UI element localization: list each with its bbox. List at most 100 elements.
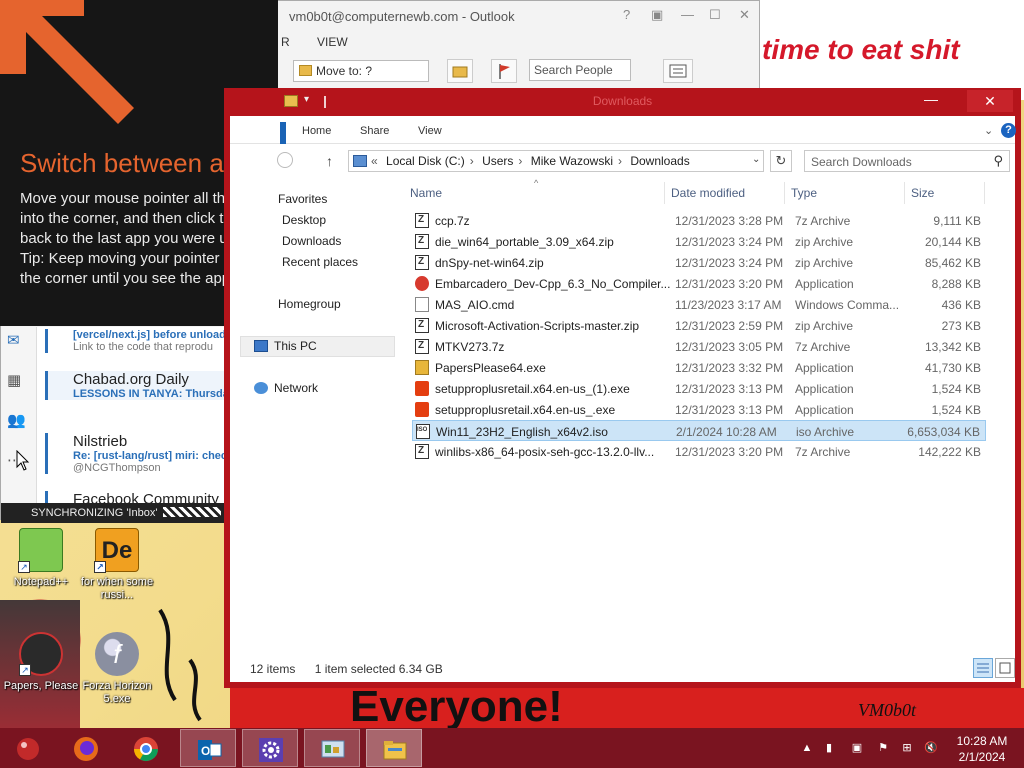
menu-folder-tab[interactable]: R <box>281 35 290 49</box>
column-size[interactable]: Size <box>911 186 934 200</box>
help-button[interactable]: ? <box>623 7 630 22</box>
file-name: Microsoft-Activation-Scripts-master.zip <box>435 319 640 333</box>
refresh-button[interactable]: ↻ <box>770 150 792 172</box>
column-type[interactable]: Type <box>791 186 817 200</box>
file-date: 12/31/2023 2:59 PM <box>675 319 784 333</box>
chevron-right-icon[interactable]: › <box>470 154 474 168</box>
file-row[interactable]: die_win64_portable_3.09_x64.zip 12/31/20… <box>412 231 986 252</box>
nav-this-pc[interactable]: This PC <box>254 339 317 353</box>
help-icon[interactable]: ? <box>1001 123 1016 138</box>
network-tray-icon[interactable]: ▣ <box>850 742 864 754</box>
mail-icon[interactable]: ✉ <box>7 331 20 349</box>
chevron-down-icon[interactable]: ⌄ <box>984 124 993 137</box>
devcpp-icon <box>415 276 429 291</box>
tab-share[interactable]: Share <box>360 125 389 137</box>
system-clock[interactable]: 10:28 AM 2/1/2024 <box>948 733 1016 765</box>
taskbar-control-panel[interactable] <box>304 729 360 767</box>
menu-view-tab[interactable]: VIEW <box>317 35 348 49</box>
file-row[interactable]: MAS_AIO.cmd 11/23/2023 3:17 AM Windows C… <box>412 294 986 315</box>
network-status-icon[interactable]: ⊞ <box>900 742 914 754</box>
file-row[interactable]: Embarcadero_Dev-Cpp_6.3_No_Compiler... 1… <box>412 273 986 294</box>
taskbar-chrome[interactable] <box>118 729 174 767</box>
file-type: Application <box>795 382 854 396</box>
outlook-title: vm0b0t@computernewb.com - Outlook <box>289 9 515 24</box>
file-name: die_win64_portable_3.09_x64.zip <box>435 235 614 249</box>
calendar-icon[interactable]: ▦ <box>7 371 21 389</box>
desktop-icon-papers-please[interactable]: ↗ Papers, Please <box>0 632 82 693</box>
file-row-selected[interactable]: Win11_23H2_English_x64v2.iso 2/1/2024 10… <box>412 420 986 441</box>
desktop-icon-russian[interactable]: De ↗ for when some russi... <box>76 528 158 602</box>
taskbar-outlook[interactable]: O <box>180 729 236 767</box>
column-divider[interactable] <box>984 182 985 204</box>
breadcrumb-item[interactable]: Mike Wazowski <box>531 154 613 168</box>
file-row[interactable]: Microsoft-Activation-Scripts-master.zip … <box>412 315 986 336</box>
desktop-icon-notepadpp[interactable]: ↗ Notepad++ <box>0 528 82 589</box>
breadcrumb-item[interactable]: Downloads <box>630 154 689 168</box>
mail-item[interactable]: [vercel/next.js] before unload Link to t… <box>45 329 225 353</box>
address-bar[interactable]: « Local Disk (C:) › Users › Mike Wazowski ›… <box>348 150 764 172</box>
close-button[interactable]: ✕ <box>967 90 1013 112</box>
column-divider[interactable] <box>664 182 665 204</box>
file-row[interactable]: setupproplusretail.x64.en-us_.exe 12/31/… <box>412 399 986 420</box>
chevron-right-icon[interactable]: › <box>518 154 522 168</box>
ribbon-display-button[interactable]: ▣ <box>651 7 663 23</box>
file-row[interactable]: setupproplusretail.x64.en-us_(1).exe 12/… <box>412 378 986 399</box>
nav-item-downloads[interactable]: Downloads <box>282 234 341 248</box>
mail-item[interactable]: Facebook Community <box>45 491 225 503</box>
mail-item[interactable]: Nilstrieb Re: [rust-lang/rust] miri: che… <box>45 433 225 474</box>
nav-favorites[interactable]: Favorites <box>278 192 327 206</box>
start-button[interactable] <box>0 729 56 767</box>
column-name[interactable]: Name <box>410 186 442 200</box>
breadcrumb-item[interactable]: Users <box>482 154 513 168</box>
details-view-button[interactable] <box>973 658 993 678</box>
mail-item[interactable]: Chabad.org Daily LESSONS IN TANYA: Thurs… <box>45 371 225 400</box>
maximize-button[interactable]: ☐ <box>709 7 721 23</box>
file-name: dnSpy-net-win64.zip <box>435 256 544 270</box>
taskbar-settings[interactable] <box>242 729 298 767</box>
flag-button[interactable] <box>491 59 517 83</box>
move-to-quickstep[interactable]: Move to: ? <box>293 60 429 82</box>
nav-network[interactable]: Network <box>254 381 318 395</box>
file-row[interactable]: PapersPlease64.exe 12/31/2023 3:32 PM Ap… <box>412 357 986 378</box>
show-hidden-icons[interactable]: ▲ <box>800 742 814 754</box>
file-row[interactable]: MTKV273.7z 12/31/2023 3:05 PM 7z Archive… <box>412 336 986 357</box>
search-people-input[interactable]: Search People <box>529 59 631 81</box>
address-book-button[interactable] <box>663 59 693 83</box>
people-icon[interactable]: 👥 <box>7 411 26 429</box>
file-row[interactable]: dnSpy-net-win64.zip 12/31/2023 3:24 PM z… <box>412 252 986 273</box>
back-button[interactable] <box>277 152 293 168</box>
address-dropdown-icon[interactable]: ⌄ <box>752 154 760 165</box>
file-size: 13,342 KB <box>924 340 981 354</box>
column-divider[interactable] <box>904 182 905 204</box>
taskbar-firefox[interactable] <box>58 729 114 767</box>
up-arrow-icon[interactable]: ↑ <box>326 153 333 169</box>
file-size: 1,524 KB <box>931 403 981 417</box>
tab-home[interactable]: Home <box>302 125 331 137</box>
gear-icon <box>259 738 283 762</box>
volume-muted-icon[interactable]: 🔇 <box>924 742 938 754</box>
office-icon <box>415 402 429 417</box>
nav-homegroup[interactable]: Homegroup <box>278 297 341 311</box>
large-icons-view-button[interactable] <box>995 658 1015 678</box>
nav-item-recent-places[interactable]: Recent places <box>282 255 358 269</box>
column-divider[interactable] <box>784 182 785 204</box>
chevron-right-icon[interactable]: › <box>618 154 622 168</box>
breadcrumb-item[interactable]: Local Disk (C:) <box>386 154 465 168</box>
desktop-icon-forza[interactable]: f Forza Horizon 5.exe <box>76 632 158 706</box>
move-button[interactable] <box>447 59 473 83</box>
minimize-button[interactable]: — <box>921 91 941 111</box>
file-date: 12/31/2023 3:32 PM <box>675 361 784 375</box>
file-tab[interactable] <box>280 122 286 144</box>
tab-view[interactable]: View <box>418 125 442 137</box>
minimize-button[interactable]: — <box>681 7 694 22</box>
nav-item-desktop[interactable]: Desktop <box>282 213 326 227</box>
action-center-flag-icon[interactable]: ⚑ <box>876 742 890 754</box>
file-row[interactable]: winlibs-x86_64-posix-seh-gcc-13.2.0-llv.… <box>412 441 986 462</box>
file-row[interactable]: ccp.7z 12/31/2023 3:28 PM 7z Archive 9,1… <box>412 210 986 231</box>
column-date-modified[interactable]: Date modified <box>671 186 745 200</box>
search-input[interactable]: Search Downloads ⚲ <box>804 150 1010 172</box>
shortcut-arrow-icon: ↗ <box>18 561 30 573</box>
taskbar-file-explorer[interactable] <box>366 729 422 767</box>
close-button[interactable]: ✕ <box>739 7 750 23</box>
battery-icon[interactable]: ▮ <box>822 742 836 754</box>
